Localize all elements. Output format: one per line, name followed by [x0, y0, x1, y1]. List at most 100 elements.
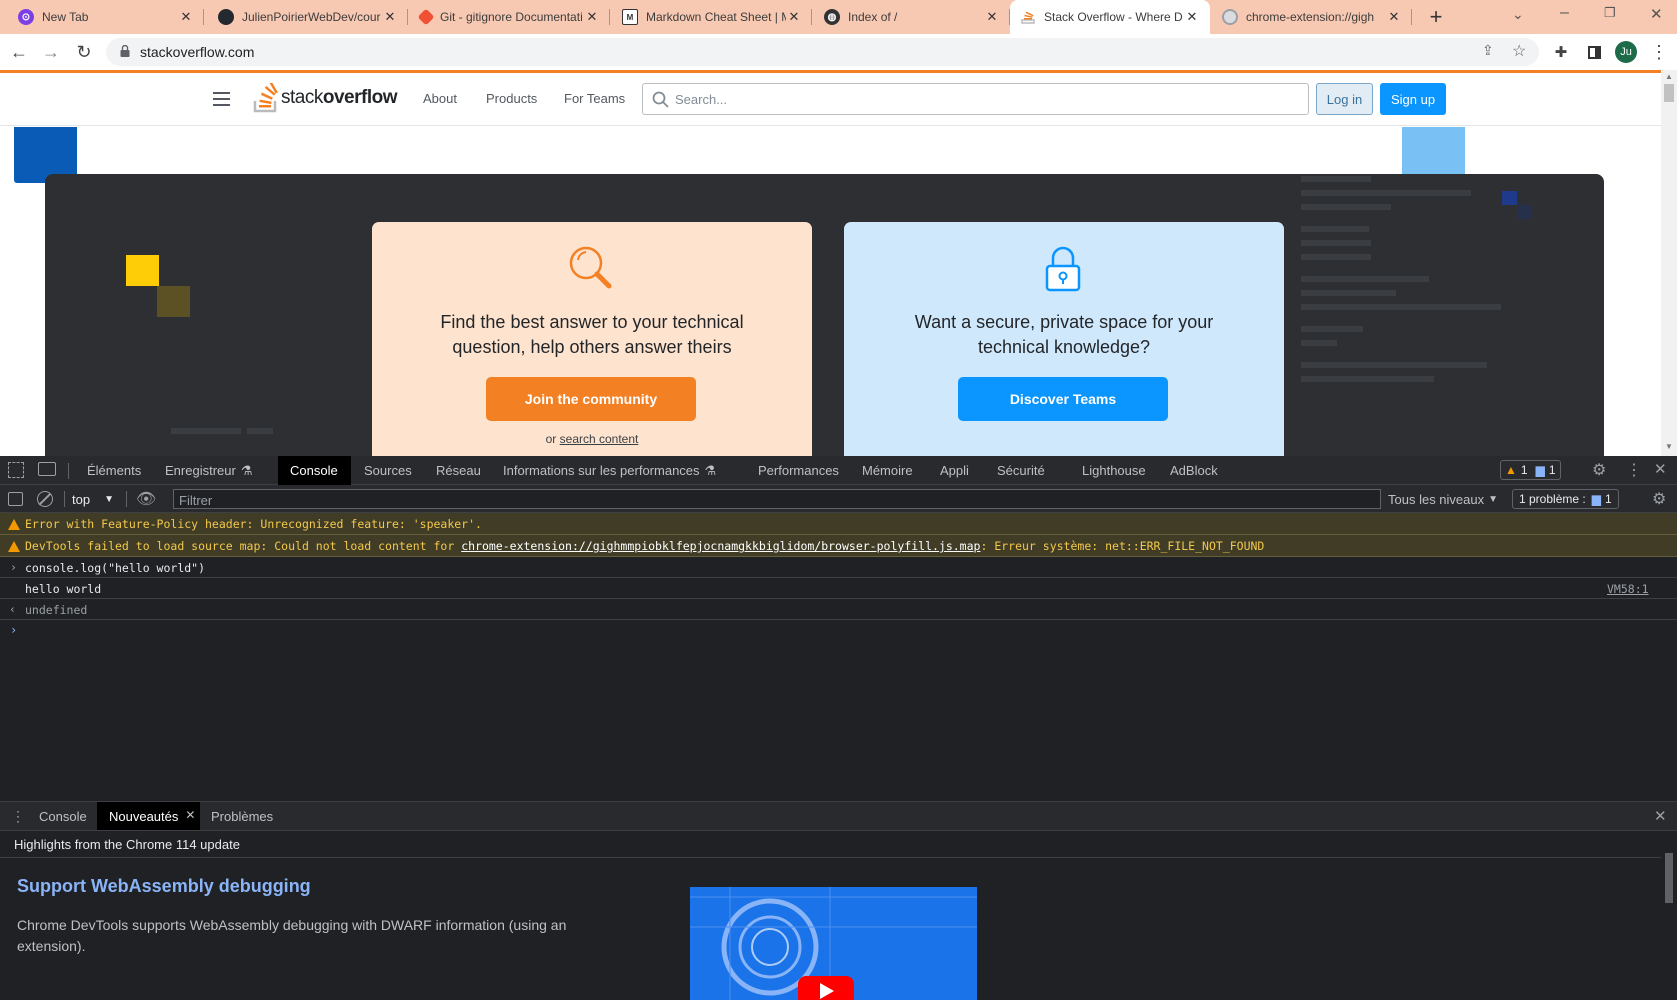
menu-kebab-icon[interactable]: ⋮ — [1645, 34, 1673, 70]
bookmark-star-icon[interactable]: ☆ — [1512, 41, 1526, 61]
tab-sources[interactable]: Sources — [352, 456, 424, 485]
close-tab-icon[interactable]: ✕ — [584, 9, 600, 25]
console-prompt[interactable]: › — [10, 623, 17, 637]
profile-avatar[interactable]: Ju — [1615, 41, 1637, 63]
browser-tab-new-tab[interactable]: ⊙ New Tab ✕ — [8, 0, 204, 34]
drawer-tab-console[interactable]: Console — [27, 802, 99, 830]
community-card-text: Find the best answer to your technical q… — [440, 312, 744, 357]
decor-line — [171, 428, 241, 434]
reload-icon[interactable]: ↻ — [70, 34, 98, 70]
search-icon — [652, 91, 669, 108]
browser-tab-github[interactable]: JulienPoirierWebDev/cour ✕ — [208, 0, 408, 34]
close-tab-icon[interactable]: ✕ — [185, 808, 195, 822]
search-placeholder: Search... — [675, 92, 728, 107]
hamburger-menu-icon[interactable] — [213, 92, 230, 106]
log-levels-dropdown[interactable]: Tous les niveaux ▼ — [1388, 485, 1498, 513]
browser-tab-markdown[interactable]: M Markdown Cheat Sheet | M ✕ — [612, 0, 812, 34]
message-icon: ▆ — [1535, 463, 1545, 477]
issues-button[interactable]: 1 problème : ▆ 1 — [1512, 489, 1619, 509]
tab-lighthouse[interactable]: Lighthouse — [1070, 456, 1158, 485]
filter-placeholder: Filtrer — [179, 493, 213, 508]
restore-icon[interactable]: ❐ — [1604, 5, 1616, 21]
browser-tab-extension[interactable]: chrome-extension://gigh ✕ — [1212, 0, 1412, 34]
warning-icon — [8, 541, 20, 552]
drawer-tab-whats-new[interactable]: Nouveautés ✕ — [97, 802, 201, 830]
drawer-tab-issues[interactable]: Problèmes — [199, 802, 285, 830]
new-tab-favicon-icon: ⊙ — [18, 9, 34, 25]
dropdown-arrow-icon: ▼ — [104, 493, 114, 505]
browser-tab-index[interactable]: ◍ Index of / ✕ — [814, 0, 1010, 34]
close-devtools-icon[interactable]: ✕ — [1654, 460, 1667, 478]
extension-favicon-icon — [1222, 9, 1238, 25]
sidebar-toggle-icon[interactable] — [8, 492, 23, 506]
so-search-input[interactable]: Search... — [642, 83, 1309, 115]
close-tab-icon[interactable]: ✕ — [786, 9, 802, 25]
decor-navy-square — [1502, 191, 1517, 205]
settings-gear-icon[interactable]: ⚙ — [1592, 460, 1606, 480]
tab-security[interactable]: Sécurité — [985, 456, 1057, 485]
clear-console-icon[interactable] — [37, 491, 53, 507]
device-toolbar-icon[interactable] — [38, 462, 56, 476]
forward-icon[interactable]: → — [37, 34, 65, 70]
feature-thumbnail-image[interactable] — [690, 887, 977, 1000]
page-scrollbar[interactable]: ▲ ▼ — [1661, 70, 1677, 456]
new-tab-button[interactable]: + — [1423, 4, 1449, 30]
signup-button[interactable]: Sign up — [1380, 83, 1446, 115]
tab-performance[interactable]: Performances — [746, 456, 851, 485]
join-community-button[interactable]: Join the community — [486, 377, 696, 421]
tab-elements[interactable]: Éléments — [75, 456, 153, 485]
login-button[interactable]: Log in — [1316, 83, 1373, 115]
back-icon[interactable]: ← — [5, 34, 33, 70]
padlock-icon — [1045, 246, 1081, 292]
discover-teams-button[interactable]: Discover Teams — [958, 377, 1168, 421]
decor-lightblue-block — [1402, 127, 1465, 174]
scrollbar-thumb[interactable] — [1664, 84, 1674, 102]
extensions-puzzle-icon[interactable]: ✚ — [1547, 34, 1575, 70]
console-settings-gear-icon[interactable]: ⚙ — [1652, 489, 1666, 509]
source-map-link[interactable]: chrome-extension://gighmmpiobklfepjocnam… — [461, 539, 980, 553]
share-icon[interactable]: ⇪ — [1482, 42, 1494, 59]
tab-application[interactable]: Appli — [928, 456, 981, 485]
warnings-counter[interactable]: ▲ 1 ▆ 1 — [1500, 460, 1561, 480]
close-drawer-icon[interactable]: ✕ — [1654, 807, 1667, 825]
tab-adblock[interactable]: AdBlock — [1158, 456, 1230, 485]
feature-title[interactable]: Support WebAssembly debugging — [17, 876, 311, 897]
nav-products[interactable]: Products — [486, 91, 537, 106]
devtools-menu-kebab-icon[interactable]: ⋮ — [1626, 460, 1642, 480]
tab-network[interactable]: Réseau — [424, 456, 493, 485]
so-logo[interactable]: stack overflow — [253, 81, 397, 115]
browser-tab-git[interactable]: Git - gitignore Documentati ✕ — [410, 0, 610, 34]
tab-search-chevron-down-icon[interactable]: ⌄ — [1512, 6, 1524, 23]
console-log-row: hello world VM58:1 — [0, 578, 1677, 599]
close-tab-icon[interactable]: ✕ — [984, 9, 1000, 25]
source-link[interactable]: VM58:1 — [1607, 582, 1649, 596]
tab-memory[interactable]: Mémoire — [850, 456, 925, 485]
close-tab-icon[interactable]: ✕ — [178, 9, 194, 25]
live-expression-eye-icon[interactable]: 👁 — [136, 489, 156, 509]
inspect-element-icon[interactable] — [8, 462, 24, 478]
browser-tab-stackoverflow[interactable]: Stack Overflow - Where D ✕ — [1010, 0, 1210, 34]
address-bar[interactable]: stackoverflow.com ⇪ ☆ — [106, 38, 1539, 66]
context-selector[interactable]: top ▼ — [72, 485, 114, 513]
scroll-up-icon[interactable]: ▲ — [1665, 72, 1673, 81]
minimize-icon[interactable]: – — [1560, 4, 1569, 22]
scroll-down-icon[interactable]: ▼ — [1665, 442, 1673, 451]
nav-for-teams[interactable]: For Teams — [564, 91, 625, 106]
window-close-icon[interactable]: ✕ — [1650, 5, 1663, 23]
tab-recorder[interactable]: Enregistreur ⚗ — [153, 456, 264, 485]
console-filter-input[interactable]: Filtrer — [173, 489, 1381, 509]
drawer-scrollbar[interactable] — [1661, 831, 1677, 1000]
close-tab-icon[interactable]: ✕ — [382, 9, 398, 25]
devtools-tabbar: Éléments Enregistreur ⚗ Console Sources R… — [0, 456, 1677, 485]
close-tab-icon[interactable]: ✕ — [1184, 9, 1200, 25]
stackoverflow-favicon-icon — [1020, 9, 1036, 25]
search-content-link[interactable]: search content — [560, 432, 639, 446]
side-panel-icon[interactable] — [1580, 34, 1608, 70]
tab-performance-insights[interactable]: Informations sur les performances ⚗ — [491, 456, 728, 485]
whats-new-panel: Highlights from the Chrome 114 update Su… — [0, 831, 1677, 1000]
nav-about[interactable]: About — [423, 91, 457, 106]
drawer-menu-kebab-icon[interactable]: ⋮ — [11, 808, 25, 825]
scrollbar-thumb[interactable] — [1665, 853, 1673, 903]
tab-console[interactable]: Console — [278, 456, 351, 485]
close-tab-icon[interactable]: ✕ — [1386, 9, 1402, 25]
